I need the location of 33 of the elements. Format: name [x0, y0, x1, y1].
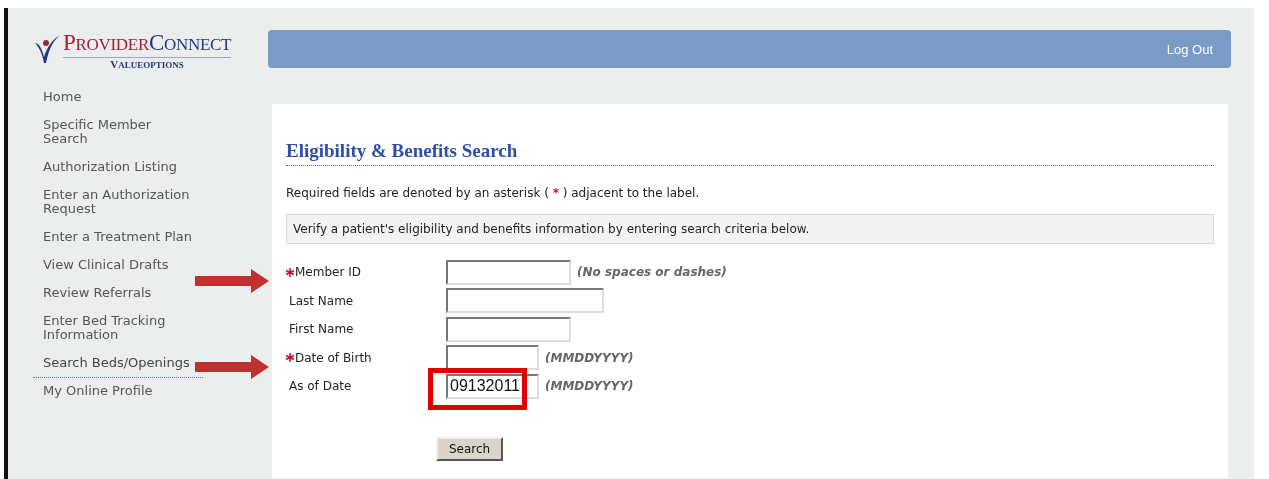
search-button[interactable]: Search	[436, 436, 504, 461]
arrow-icon	[195, 269, 269, 293]
sidebar-link[interactable]: Enter an Authorization Request	[43, 188, 193, 216]
input-field[interactable]	[446, 345, 539, 371]
sidebar-link[interactable]: Enter Bed Tracking Information	[43, 314, 193, 342]
sidebar-link[interactable]: Authorization Listing	[43, 160, 178, 174]
required-note: Required fields are denoted by an asterisk ( * ) adjacent to the label.	[286, 186, 701, 200]
brand-name: CONNECT	[148, 30, 232, 56]
brand-subtitle: VALUEOPTIONS	[110, 58, 184, 70]
field-hint: (No spaces or dashes)	[577, 265, 727, 280]
brand-name: PROVIDER	[63, 30, 149, 56]
sidebar-link[interactable]: Home	[43, 90, 82, 104]
sidebar-link[interactable]: Enter a Treatment Plan	[43, 230, 193, 244]
field-label: As of Date	[289, 379, 352, 394]
field-label: Date of Birth	[295, 350, 372, 365]
sidebar-link[interactable]: Search Beds/Openings	[43, 356, 190, 370]
sidebar-link[interactable]: My Online Profile	[43, 384, 153, 398]
sidebar-link[interactable]: View Clinical Drafts	[43, 258, 169, 272]
field-hint: (MMDDYYYY)	[545, 379, 634, 394]
input-field[interactable]	[446, 288, 604, 314]
input-field[interactable]	[446, 259, 571, 285]
input-field[interactable]	[446, 316, 571, 342]
sidebar-link[interactable]: Review Referrals	[43, 286, 152, 300]
input-field[interactable]: 09132011	[446, 373, 539, 399]
field-label: First Name	[289, 322, 354, 337]
sidebar-link[interactable]: Specific Member Search	[43, 118, 193, 146]
field-label: Member ID	[295, 265, 361, 280]
arrow-icon	[195, 355, 269, 379]
info-banner: Verify a patient's eligibility and benefits information by entering search criteria below.	[286, 214, 1214, 244]
field-label: Last Name	[289, 293, 354, 308]
field-hint: (MMDDYYYY)	[545, 350, 634, 365]
logo-icon	[33, 35, 61, 65]
page-title: Eligibility & Benefits Search	[286, 140, 1214, 166]
